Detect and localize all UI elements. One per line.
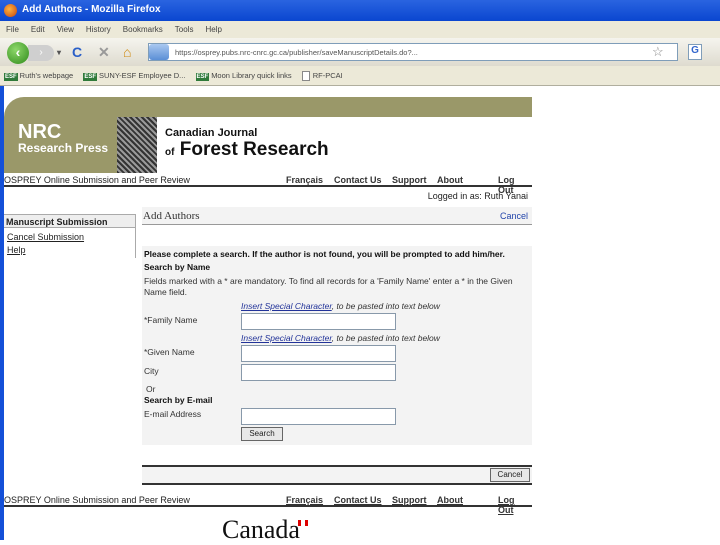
bookmark-item[interactable]: ESF Moon Library quick links (195, 71, 292, 81)
bookmark-item[interactable]: ESF Ruth's webpage (4, 71, 73, 81)
cancel-button[interactable]: Cancel (490, 468, 530, 482)
footer-nav: OSPREY Online Submission and Peer Review… (4, 493, 532, 515)
footer-log-out[interactable]: Log Out (498, 495, 532, 515)
sidebar-cancel-submission[interactable]: Cancel Submission (7, 232, 84, 242)
window-title: Add Authors - Mozilla Firefox (22, 4, 161, 15)
footer-francais[interactable]: Français (286, 495, 323, 505)
city-input[interactable] (241, 364, 396, 381)
form-intro: Please complete a search. If the author … (144, 249, 505, 259)
journal-title-line1: Canadian Journal (165, 127, 258, 139)
menu-help[interactable]: Help (205, 25, 221, 34)
canada-wordmark: Canada (222, 515, 300, 544)
nav-francais[interactable]: Français (286, 175, 323, 185)
history-dropdown-icon[interactable]: ▾ (57, 48, 61, 57)
canada-flag-icon (298, 520, 308, 526)
stop-icon[interactable]: ✕ (98, 44, 110, 61)
firefox-icon (4, 4, 17, 17)
bookmarks-toolbar: ESF Ruth's webpage ESF SUNY-ESF Employee D… (0, 66, 720, 86)
journal-title-line2: of Forest Research (165, 139, 329, 160)
logged-in-status: Logged in as: Ruth Yanai (427, 191, 528, 201)
page-icon (301, 71, 310, 82)
footer-contact-us[interactable]: Contact Us (334, 495, 382, 505)
given-name-label: *Given Name (144, 347, 195, 357)
menu-view[interactable]: View (57, 25, 74, 34)
esf-icon: ESF (4, 73, 18, 81)
bookmark-item[interactable]: ESF SUNY-ESF Employee D... (83, 71, 185, 81)
family-name-label: *Family Name (144, 315, 198, 325)
page-title: Add Authors (143, 210, 200, 222)
address-bar[interactable]: https://osprey.pubs.nrc-cnrc.gc.ca/publi… (148, 43, 678, 61)
page-header (142, 207, 532, 225)
footer-support[interactable]: Support (392, 495, 427, 505)
nav-contact-us[interactable]: Contact Us (334, 175, 382, 185)
forward-button[interactable]: › (28, 45, 54, 61)
search-engine-icon[interactable]: G (688, 44, 702, 60)
nav-support[interactable]: Support (392, 175, 427, 185)
sidebar-help[interactable]: Help (7, 245, 26, 255)
esf-icon: ESF (83, 73, 97, 81)
menu-edit[interactable]: Edit (31, 25, 45, 34)
footer-about[interactable]: About (437, 495, 463, 505)
bottom-action-bar (142, 465, 532, 485)
nav-about[interactable]: About (437, 175, 463, 185)
search-by-name-heading: Search by Name (144, 262, 211, 272)
menu-bookmarks[interactable]: Bookmarks (123, 25, 163, 34)
menu-tools[interactable]: Tools (175, 25, 194, 34)
search-button[interactable]: Search (241, 427, 283, 441)
or-label: Or (146, 384, 156, 394)
home-icon[interactable]: ⌂ (123, 44, 131, 60)
search-by-email-heading: Search by E-mail (144, 395, 213, 405)
site-name: OSPREY Online Submission and Peer Review (4, 175, 190, 185)
menu-bar: File Edit View History Bookmarks Tools Help (0, 21, 720, 38)
email-input[interactable] (241, 408, 396, 425)
insert-special-character-link[interactable]: Insert Special Character (241, 333, 332, 343)
special-char-hint: Insert Special Character, to be pasted i… (241, 333, 440, 343)
back-button[interactable]: ‹ (7, 42, 29, 64)
nrc-logo-subtitle: Research Press (18, 141, 109, 155)
mandatory-note: Fields marked with a * are mandatory. To… (144, 276, 513, 297)
given-name-input[interactable] (241, 345, 396, 362)
insert-special-character-link[interactable]: Insert Special Character (241, 301, 332, 311)
reload-icon[interactable]: C (72, 44, 82, 60)
footer-site-name: OSPREY Online Submission and Peer Review (4, 495, 190, 505)
menu-file[interactable]: File (6, 25, 19, 34)
special-char-hint: Insert Special Character, to be pasted i… (241, 301, 440, 311)
cancel-link[interactable]: Cancel (500, 211, 528, 221)
email-label: E-mail Address (144, 409, 202, 419)
bookmark-star-icon[interactable]: ☆ (652, 44, 664, 60)
city-label: City (144, 366, 159, 376)
menu-history[interactable]: History (86, 25, 111, 34)
top-nav: OSPREY Online Submission and Peer Review… (4, 173, 532, 195)
sidebar-heading: Manuscript Submission (4, 215, 135, 228)
window-title-bar: Add Authors - Mozilla Firefox (0, 0, 720, 21)
bookmark-item[interactable]: RF-PCAI (301, 71, 343, 82)
page-identity-icon[interactable] (149, 44, 169, 60)
family-name-input[interactable] (241, 313, 396, 330)
banner-image (117, 117, 157, 173)
esf-icon: ESF (195, 73, 210, 81)
